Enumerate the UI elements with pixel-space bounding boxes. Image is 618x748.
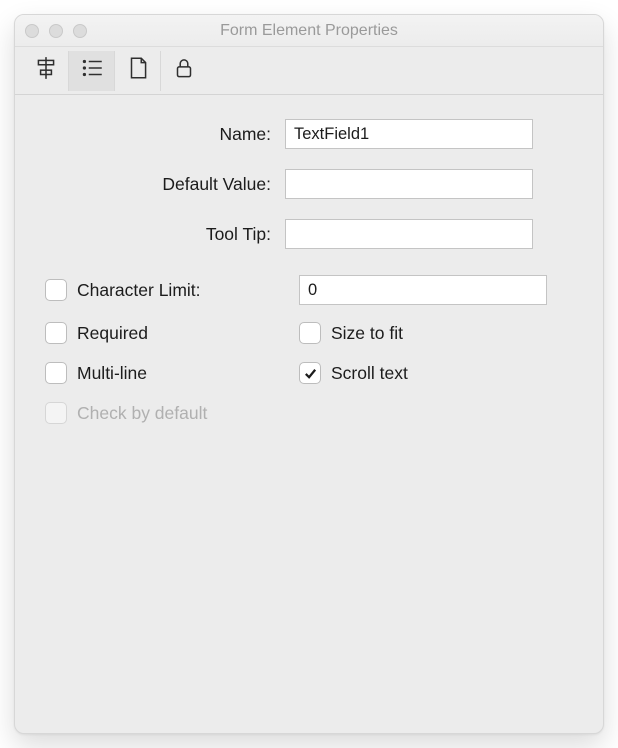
form-content: Name: Default Value: Tool Tip: Character… xyxy=(15,95,603,733)
lock-icon xyxy=(171,55,197,86)
size-to-fit-checkbox[interactable] xyxy=(299,322,321,344)
align-tab[interactable] xyxy=(23,51,69,91)
page-tab[interactable] xyxy=(115,51,161,91)
required-checkbox[interactable] xyxy=(45,322,67,344)
properties-window: Form Element Properties xyxy=(14,14,604,734)
minimize-icon[interactable] xyxy=(49,24,63,38)
size-to-fit-label: Size to fit xyxy=(331,323,403,344)
align-icon xyxy=(33,55,59,86)
tool-tip-label: Tool Tip: xyxy=(45,224,285,245)
lock-tab[interactable] xyxy=(161,51,207,91)
default-value-label: Default Value: xyxy=(45,174,285,195)
toolbar xyxy=(15,47,603,95)
tool-tip-field[interactable] xyxy=(285,219,533,249)
check-by-default-checkbox xyxy=(45,402,67,424)
close-icon[interactable] xyxy=(25,24,39,38)
window-title: Form Element Properties xyxy=(15,22,603,40)
character-limit-checkbox[interactable] xyxy=(45,279,67,301)
multi-line-label: Multi-line xyxy=(77,363,147,384)
character-limit-label: Character Limit: xyxy=(77,280,201,301)
name-field[interactable] xyxy=(285,119,533,149)
character-limit-field[interactable] xyxy=(299,275,547,305)
scroll-text-checkbox[interactable] xyxy=(299,362,321,384)
check-by-default-label: Check by default xyxy=(77,403,207,424)
properties-tab[interactable] xyxy=(69,51,115,91)
scroll-text-label: Scroll text xyxy=(331,363,408,384)
default-value-field[interactable] xyxy=(285,169,533,199)
zoom-icon[interactable] xyxy=(73,24,87,38)
required-label: Required xyxy=(77,323,148,344)
list-icon xyxy=(79,55,105,86)
checkmark-icon xyxy=(303,366,318,381)
window-controls xyxy=(25,24,87,38)
page-icon xyxy=(125,55,151,86)
name-label: Name: xyxy=(45,124,285,145)
multi-line-checkbox[interactable] xyxy=(45,362,67,384)
titlebar: Form Element Properties xyxy=(15,15,603,47)
